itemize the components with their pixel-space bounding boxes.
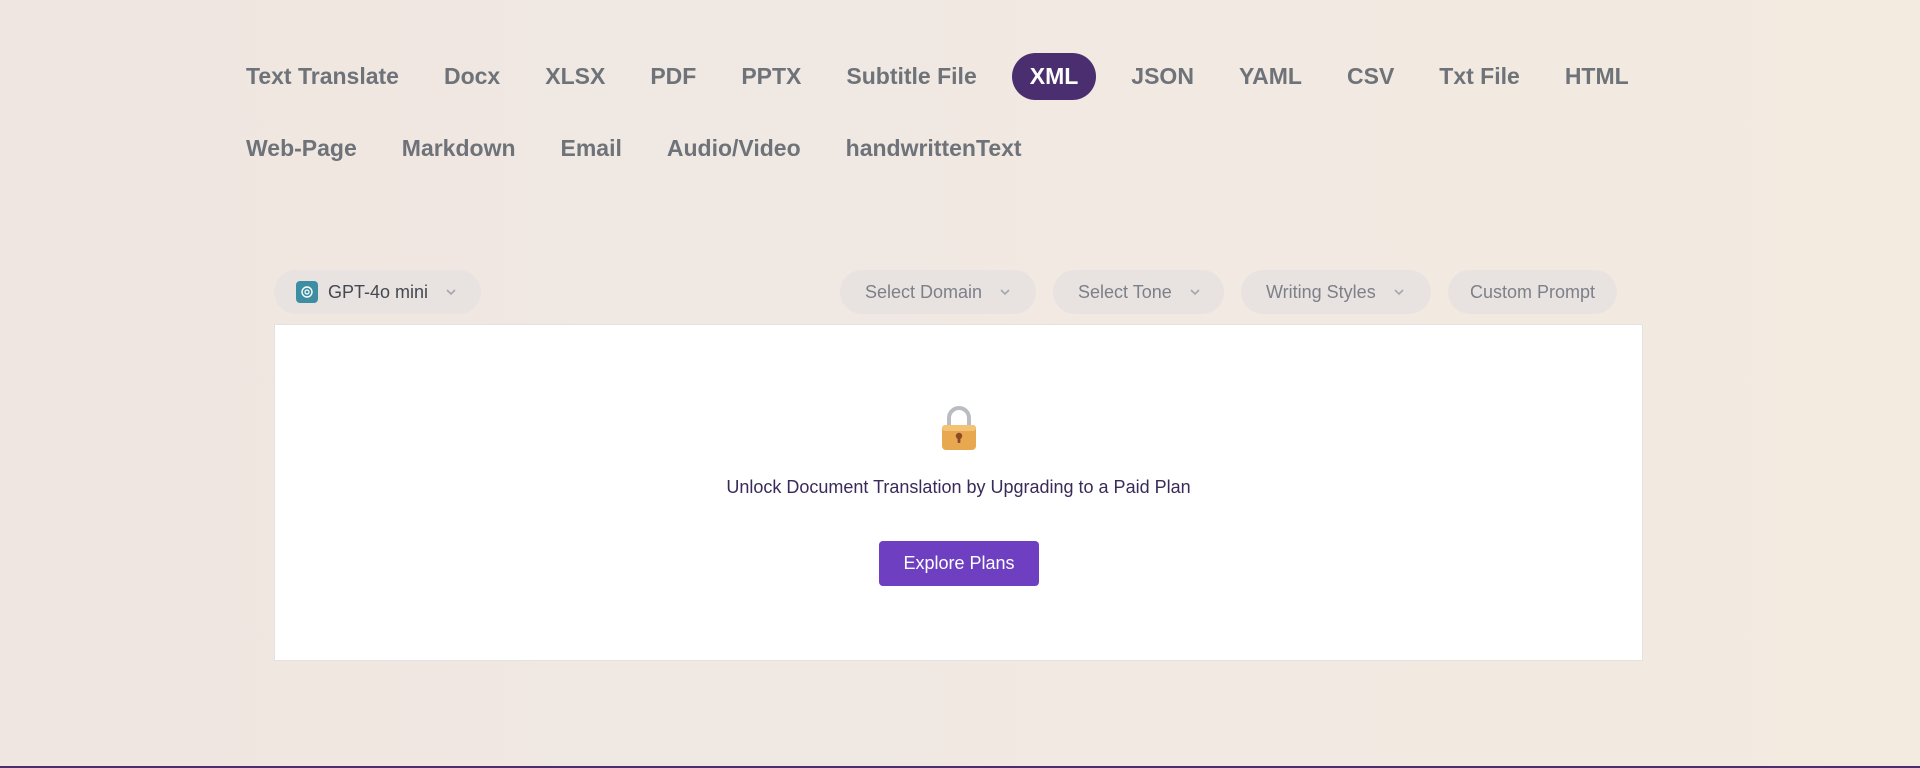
tone-select[interactable]: Select Tone [1053,270,1224,314]
tab-html[interactable]: HTML [1555,53,1639,100]
domain-select[interactable]: Select Domain [840,270,1036,314]
upgrade-card: Unlock Document Translation by Upgrading… [274,324,1643,661]
upgrade-message: Unlock Document Translation by Upgrading… [726,477,1191,497]
domain-select-label: Select Domain [865,281,983,302]
tab-pdf[interactable]: PDF [640,53,706,100]
chevron-down-icon [1394,289,1404,296]
openai-icon [296,281,318,303]
chevron-down-icon [1000,289,1010,296]
tab-docx[interactable]: Docx [434,53,510,100]
file-type-tabs: Text Translate Docx XLSX PDF PPTX Subtit… [236,53,1636,197]
chevron-down-icon [1190,289,1200,296]
tab-txt-file[interactable]: Txt File [1429,53,1530,100]
tab-pptx[interactable]: PPTX [731,53,811,100]
tab-row-1: Text Translate Docx XLSX PDF PPTX Subtit… [236,53,1636,100]
tab-email[interactable]: Email [551,125,632,172]
translation-toolbar: GPT-4o mini Select Domain Select Tone Wr… [274,270,1643,314]
writing-styles-label: Writing Styles [1266,281,1376,302]
writing-styles-select[interactable]: Writing Styles [1241,270,1431,314]
tab-web-page[interactable]: Web-Page [236,125,367,172]
tab-markdown[interactable]: Markdown [392,125,526,172]
tab-xml[interactable]: XML [1011,53,1097,100]
tab-json[interactable]: JSON [1121,53,1204,100]
tone-select-label: Select Tone [1078,281,1172,302]
custom-prompt-button[interactable]: Custom Prompt [1448,270,1617,314]
tab-yaml[interactable]: YAML [1229,53,1312,100]
tab-handwritten-text[interactable]: handwrittenText [836,125,1032,172]
tab-audio-video[interactable]: Audio/Video [657,125,811,172]
tab-xlsx[interactable]: XLSX [535,53,615,100]
explore-plans-button[interactable]: Explore Plans [879,541,1039,586]
tab-csv[interactable]: CSV [1337,53,1404,100]
lock-icon [942,406,976,450]
model-select-label: GPT-4o mini [328,281,429,302]
chevron-down-icon [446,289,456,296]
tab-subtitle-file[interactable]: Subtitle File [836,53,986,100]
tab-text-translate[interactable]: Text Translate [236,53,409,100]
custom-prompt-label: Custom Prompt [1470,281,1596,302]
model-select[interactable]: GPT-4o mini [274,270,481,314]
tab-row-2: Web-Page Markdown Email Audio/Video hand… [236,125,1636,172]
